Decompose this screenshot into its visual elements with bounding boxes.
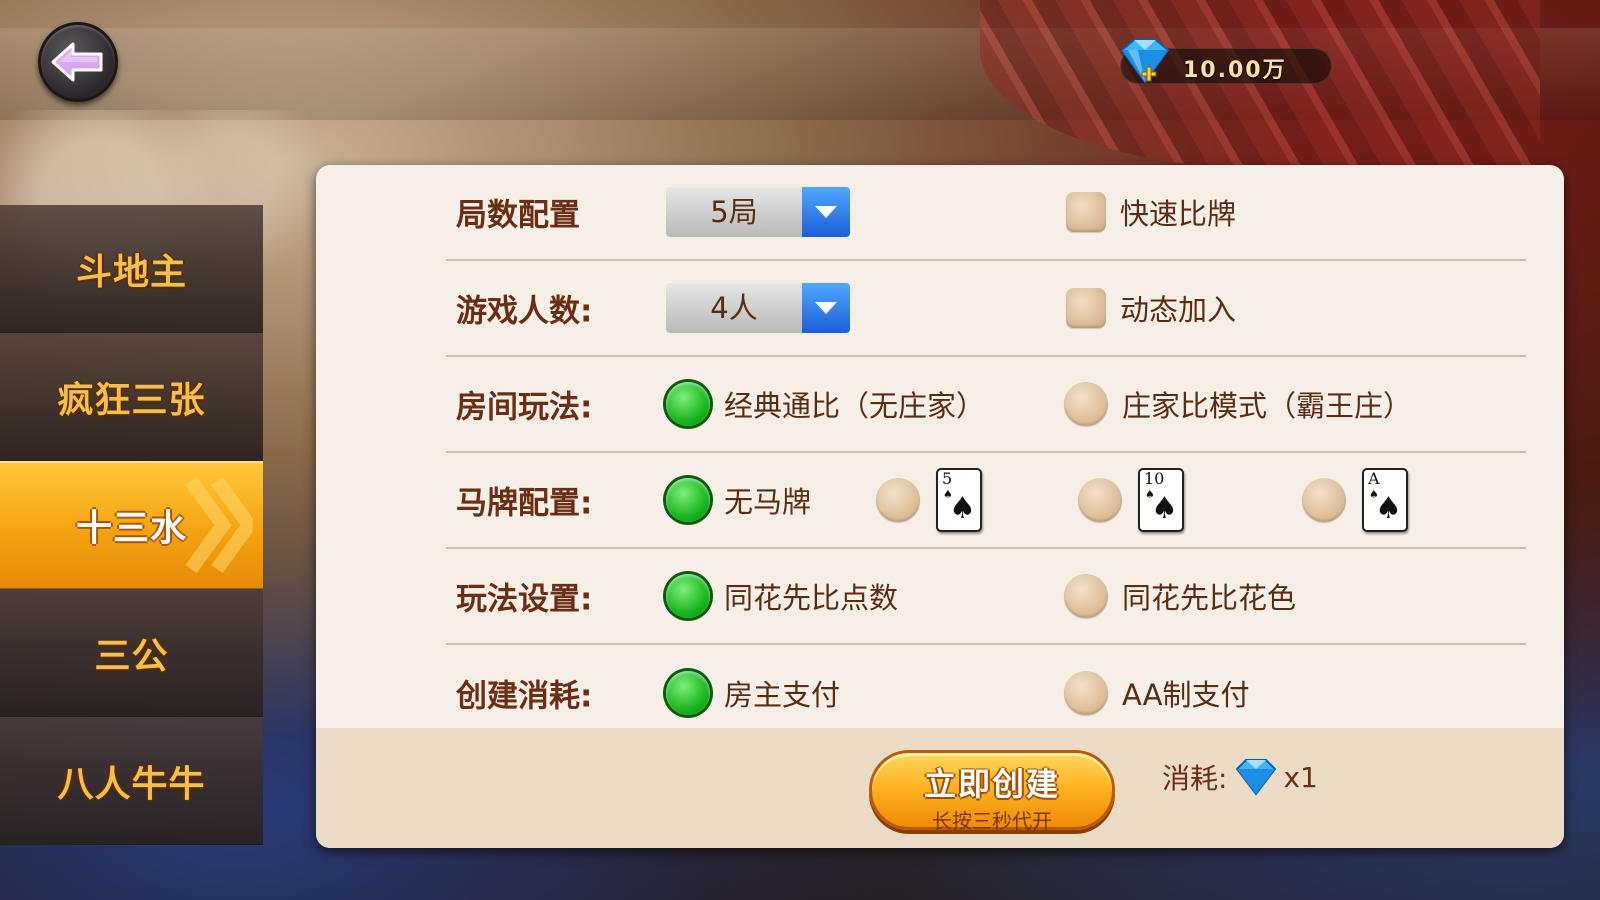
dynamic-join-checkbox[interactable]: 动态加入 xyxy=(1066,283,1236,333)
tab-shisanshui[interactable]: 十三水 xyxy=(0,461,263,589)
tab-label: 八人牛牛 xyxy=(57,763,206,805)
play-rule-option-suit[interactable]: 同花先比花色 xyxy=(1064,571,1296,621)
card-rank: 10 xyxy=(1144,469,1165,488)
radio-button[interactable] xyxy=(666,574,710,618)
playing-card-icon: 5 ♠ ♠ xyxy=(936,468,982,532)
option-label: 经典通比（无庄家） xyxy=(724,389,986,423)
card-rank: 5 xyxy=(942,469,953,488)
radio-button[interactable] xyxy=(1064,382,1108,426)
option-label: 庄家比模式（霸王庄） xyxy=(1122,389,1413,423)
option-label: 无马牌 xyxy=(724,485,812,519)
radio-button[interactable] xyxy=(666,671,710,715)
players-dropdown-value: 4人 xyxy=(710,291,758,325)
horse-card-option-none[interactable]: 无马牌 xyxy=(666,475,811,525)
players-label: 游戏人数: xyxy=(456,293,593,330)
play-rule-row: 玩法设置: 同花先比点数 同花先比花色 xyxy=(446,549,1526,645)
rounds-dropdown[interactable]: 5局 xyxy=(666,187,850,237)
room-mode-label: 房间玩法: xyxy=(456,389,593,426)
checkbox[interactable] xyxy=(1066,288,1106,328)
cost-label: 消耗: xyxy=(1162,762,1228,795)
play-rule-option-points[interactable]: 同花先比点数 xyxy=(666,571,898,621)
game-type-sidebar: 斗地主 疯狂三张 十三水 三公 八人牛牛 xyxy=(0,205,263,845)
create-button-title: 立即创建 xyxy=(923,765,1060,803)
checkbox[interactable] xyxy=(1066,192,1106,232)
players-row: 游戏人数: 4人 动态加入 xyxy=(446,261,1526,357)
room-mode-option-banker[interactable]: 庄家比模式（霸王庄） xyxy=(1064,379,1412,429)
spade-icon: ♠ xyxy=(1151,491,1178,526)
horse-card-label: 马牌配置: xyxy=(456,485,593,522)
quick-compare-label: 快速比牌 xyxy=(1120,197,1237,231)
radio-button[interactable] xyxy=(1064,574,1108,618)
tab-label: 斗地主 xyxy=(75,251,187,293)
cost-display: 消耗: x1 xyxy=(1162,755,1318,799)
playing-card-icon: A ♠ ♠ xyxy=(1362,468,1408,532)
back-button[interactable] xyxy=(38,22,118,102)
radio-button[interactable] xyxy=(876,478,920,522)
back-arrow-icon xyxy=(51,42,103,82)
spade-icon: ♠ xyxy=(1375,491,1402,526)
tab-baren-niuniu[interactable]: 八人牛牛 xyxy=(0,717,263,845)
spade-icon: ♠ xyxy=(949,491,976,526)
tab-fengkuang-sanzhang[interactable]: 疯狂三张 xyxy=(0,333,263,461)
rounds-dropdown-value: 5局 xyxy=(710,195,758,229)
radio-button[interactable] xyxy=(666,478,710,522)
tab-label: 十三水 xyxy=(75,507,187,549)
create-cost-option-owner[interactable]: 房主支付 xyxy=(666,668,840,718)
create-cost-label: 创建消耗: xyxy=(456,678,593,715)
diamond-icon xyxy=(1233,758,1279,796)
quick-compare-checkbox[interactable]: 快速比牌 xyxy=(1066,187,1236,237)
radio-button[interactable] xyxy=(1064,671,1108,715)
create-cost-option-aa[interactable]: AA制支付 xyxy=(1064,668,1249,718)
horse-card-option-10[interactable]: 10 ♠ ♠ xyxy=(1078,468,1184,532)
option-label: 房主支付 xyxy=(724,678,841,712)
horse-card-option-a[interactable]: A ♠ ♠ xyxy=(1302,468,1408,532)
tab-sangong[interactable]: 三公 xyxy=(0,589,263,717)
create-button-subtitle: 长按三秒代开 xyxy=(932,809,1052,833)
radio-button[interactable] xyxy=(1302,478,1346,522)
tab-doudizhu[interactable]: 斗地主 xyxy=(0,205,263,333)
rounds-row: 局数配置 5局 快速比牌 xyxy=(446,165,1526,261)
diamond-plus-icon[interactable] xyxy=(1112,36,1176,92)
radio-button[interactable] xyxy=(666,382,710,426)
room-mode-option-classic[interactable]: 经典通比（无庄家） xyxy=(666,379,985,429)
room-mode-row: 房间玩法: 经典通比（无庄家） 庄家比模式（霸王庄） xyxy=(446,357,1526,453)
playing-card-icon: 10 ♠ ♠ xyxy=(1138,468,1184,532)
horse-card-row: 马牌配置: 无马牌 5 ♠ ♠ 10 ♠ ♠ A ♠ ♠ xyxy=(446,453,1526,549)
dynamic-join-label: 动态加入 xyxy=(1120,293,1237,327)
card-rank: A xyxy=(1368,469,1380,488)
room-settings-panel: 局数配置 5局 快速比牌 游戏人数: 4人 动态加入 房间玩法: 经典通比（无庄… xyxy=(316,165,1564,848)
tab-label: 三公 xyxy=(94,635,169,677)
radio-button[interactable] xyxy=(1078,478,1122,522)
chevron-right-icon xyxy=(183,461,253,588)
chevron-down-icon[interactable] xyxy=(802,187,850,237)
horse-card-option-5[interactable]: 5 ♠ ♠ xyxy=(876,468,982,532)
decorative-fan xyxy=(980,0,1540,170)
create-room-button[interactable]: 立即创建 长按三秒代开 xyxy=(869,750,1115,833)
currency-value: 10.00万 xyxy=(1183,58,1287,83)
option-label: 同花先比花色 xyxy=(1122,581,1297,615)
tab-label: 疯狂三张 xyxy=(57,379,206,421)
option-label: AA制支付 xyxy=(1122,678,1250,712)
cost-value: x1 xyxy=(1283,760,1318,794)
chevron-down-icon[interactable] xyxy=(802,283,850,333)
create-cost-row: 创建消耗: 房主支付 AA制支付 xyxy=(446,645,1526,741)
rounds-label: 局数配置 xyxy=(456,197,580,234)
play-rule-label: 玩法设置: xyxy=(456,581,593,618)
option-label: 同花先比点数 xyxy=(724,581,899,615)
players-dropdown[interactable]: 4人 xyxy=(666,283,850,333)
